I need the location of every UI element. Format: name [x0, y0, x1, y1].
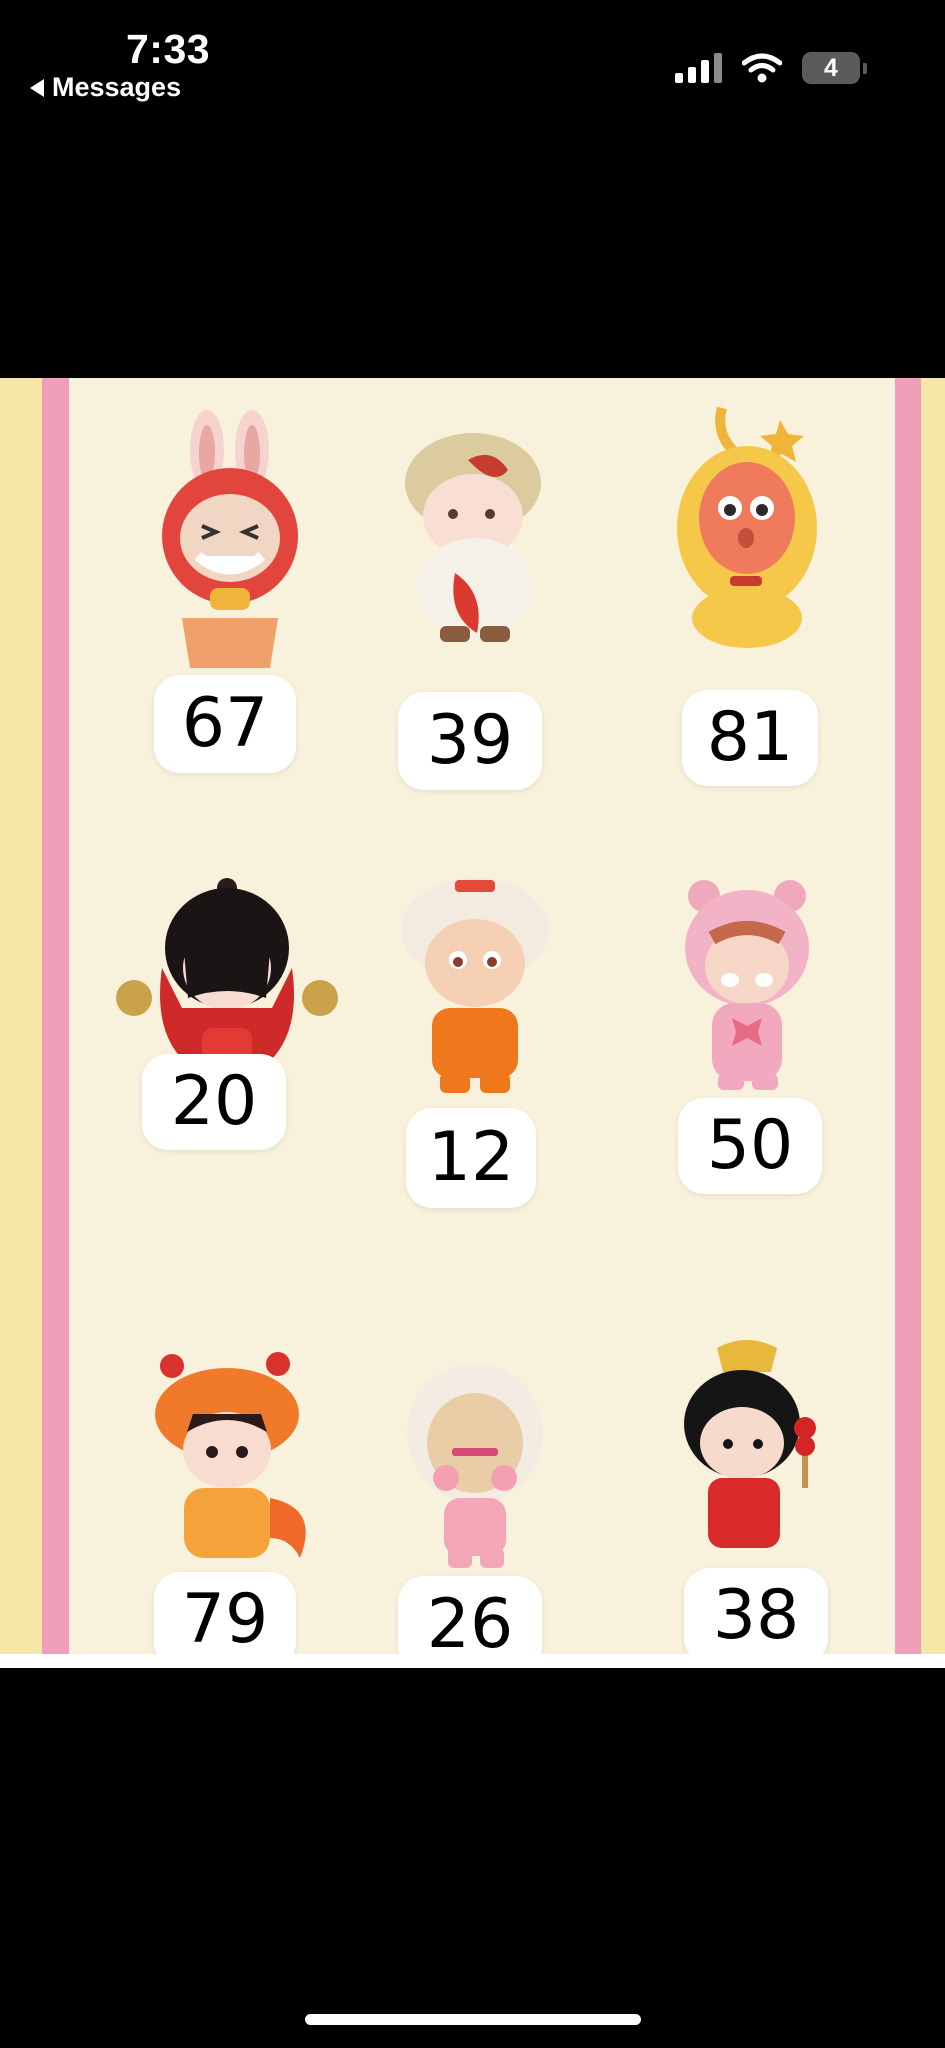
figure-number-badge: 50: [678, 1098, 822, 1194]
home-indicator[interactable]: [305, 2014, 641, 2025]
status-time: 7:33: [126, 26, 211, 72]
back-label: Messages: [52, 72, 182, 102]
figure-number-badge: 39: [398, 692, 542, 790]
figure-card: 26: [340, 1328, 610, 1668]
battery-level: 4: [802, 52, 860, 84]
wifi-icon: [742, 53, 782, 83]
figure-card: 39: [340, 398, 610, 818]
figure-number-badge: 38: [684, 1568, 828, 1664]
pink-bear-figure-icon: [685, 880, 809, 1090]
image-bottom-border: [0, 1654, 945, 1668]
figure-card: 20: [92, 858, 362, 1278]
lion-dance-figure-icon: [401, 878, 549, 1093]
back-arrow-icon: [30, 78, 44, 97]
cellular-signal-icon: [675, 53, 722, 83]
status-indicators: 4: [675, 52, 867, 84]
figure-card: 79: [92, 1328, 362, 1668]
figure-photo: 67 39 81 20 12 50 79 26 38: [0, 378, 945, 1668]
figure-card: 81: [612, 398, 882, 818]
battery-icon: 4: [802, 52, 867, 84]
figure-card: 38: [612, 1328, 882, 1668]
back-to-messages-button[interactable]: Messages: [30, 72, 181, 103]
figure-number-badge: 20: [142, 1054, 286, 1150]
figure-number-badge: 67: [154, 675, 296, 773]
pink-border-left: [42, 378, 69, 1668]
figure-number-badge: 12: [406, 1108, 536, 1208]
pink-border-right: [895, 378, 921, 1668]
figure-card: 12: [340, 868, 610, 1288]
figure-card: 67: [92, 388, 362, 808]
figure-card: 50: [612, 868, 882, 1288]
figure-number-badge: 81: [682, 690, 818, 786]
